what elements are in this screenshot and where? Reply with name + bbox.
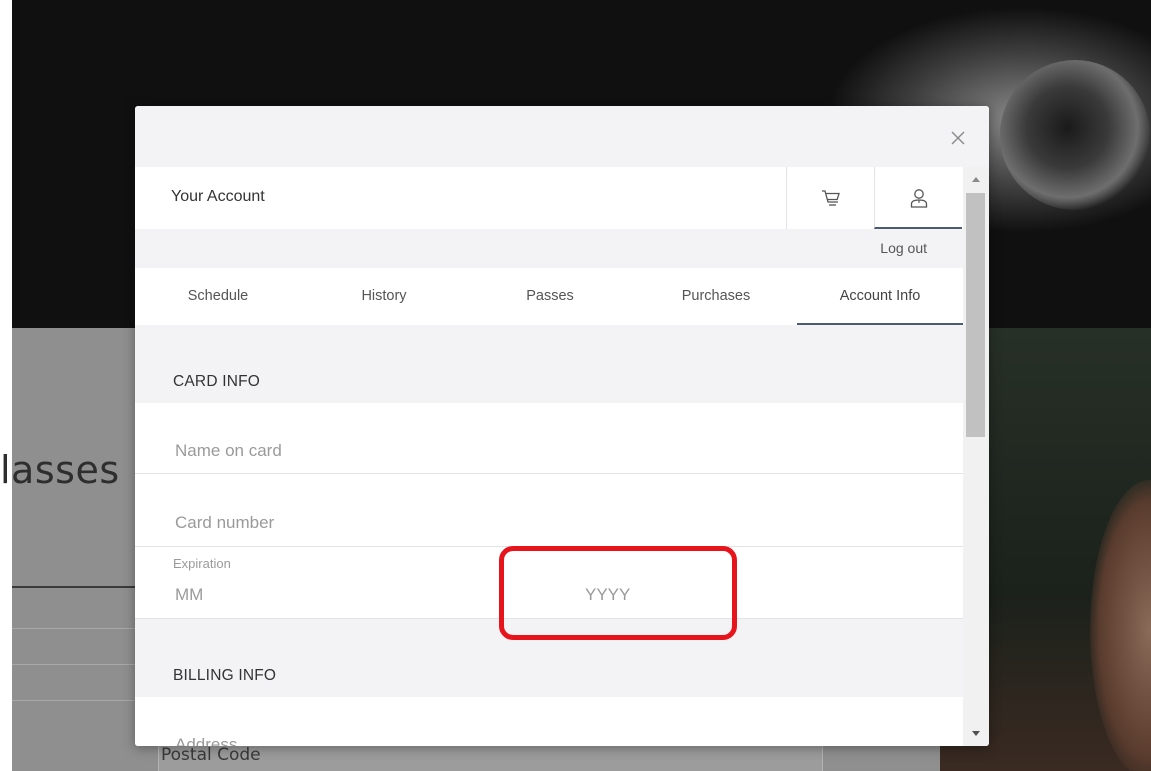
logout-bar: Log out <box>135 229 963 269</box>
name-on-card-row <box>135 403 963 474</box>
user-account-button[interactable] <box>874 167 962 229</box>
name-on-card-input[interactable] <box>173 440 917 462</box>
address-row <box>135 697 963 746</box>
account-title: Your Account <box>171 188 265 205</box>
close-button[interactable] <box>947 127 969 149</box>
background-heading: lasses <box>0 448 120 492</box>
card-number-input[interactable] <box>173 512 917 534</box>
background-divider <box>12 664 136 665</box>
card-info-title: CARD INFO <box>173 373 261 390</box>
account-tabs: Schedule History Passes Purchases Accoun… <box>135 268 963 326</box>
scroll-down-arrow[interactable] <box>963 724 989 742</box>
background-divider <box>12 628 136 629</box>
scroll-down-icon <box>972 731 980 736</box>
tab-purchases[interactable]: Purchases <box>633 268 799 325</box>
address-input[interactable] <box>173 734 917 746</box>
cart-icon <box>822 190 840 206</box>
account-modal: Your Account Log out Schedule History Pa… <box>135 106 989 746</box>
hero-eye-detail <box>1000 60 1150 210</box>
tab-account-info[interactable]: Account Info <box>797 268 963 325</box>
tab-history[interactable]: History <box>301 268 467 325</box>
tab-passes[interactable]: Passes <box>467 268 633 325</box>
billing-info-title: BILLING INFO <box>173 667 277 684</box>
modal-top-bar <box>135 106 989 168</box>
tab-schedule[interactable]: Schedule <box>135 268 301 325</box>
scroll-up-arrow[interactable] <box>963 171 989 189</box>
user-icon <box>910 189 928 208</box>
expiration-month-input[interactable] <box>173 584 477 606</box>
card-number-row <box>135 474 963 547</box>
modal-scroll-area[interactable]: Your Account Log out Schedule History Pa… <box>135 167 963 746</box>
background-postal-code-label: Postal Code <box>161 745 261 765</box>
close-icon <box>951 131 965 145</box>
background-divider <box>12 700 136 701</box>
modal-scrollbar[interactable] <box>963 167 989 746</box>
logout-link[interactable]: Log out <box>880 240 927 256</box>
annotation-highlight-box <box>499 546 737 640</box>
account-header: Your Account <box>135 167 963 230</box>
card-info-heading: CARD INFO <box>135 325 963 404</box>
scroll-up-icon <box>972 177 980 182</box>
background-heading-rule <box>12 586 136 588</box>
expiration-label: Expiration <box>173 556 231 571</box>
cart-button[interactable] <box>786 167 874 229</box>
scrollbar-thumb[interactable] <box>966 193 985 437</box>
